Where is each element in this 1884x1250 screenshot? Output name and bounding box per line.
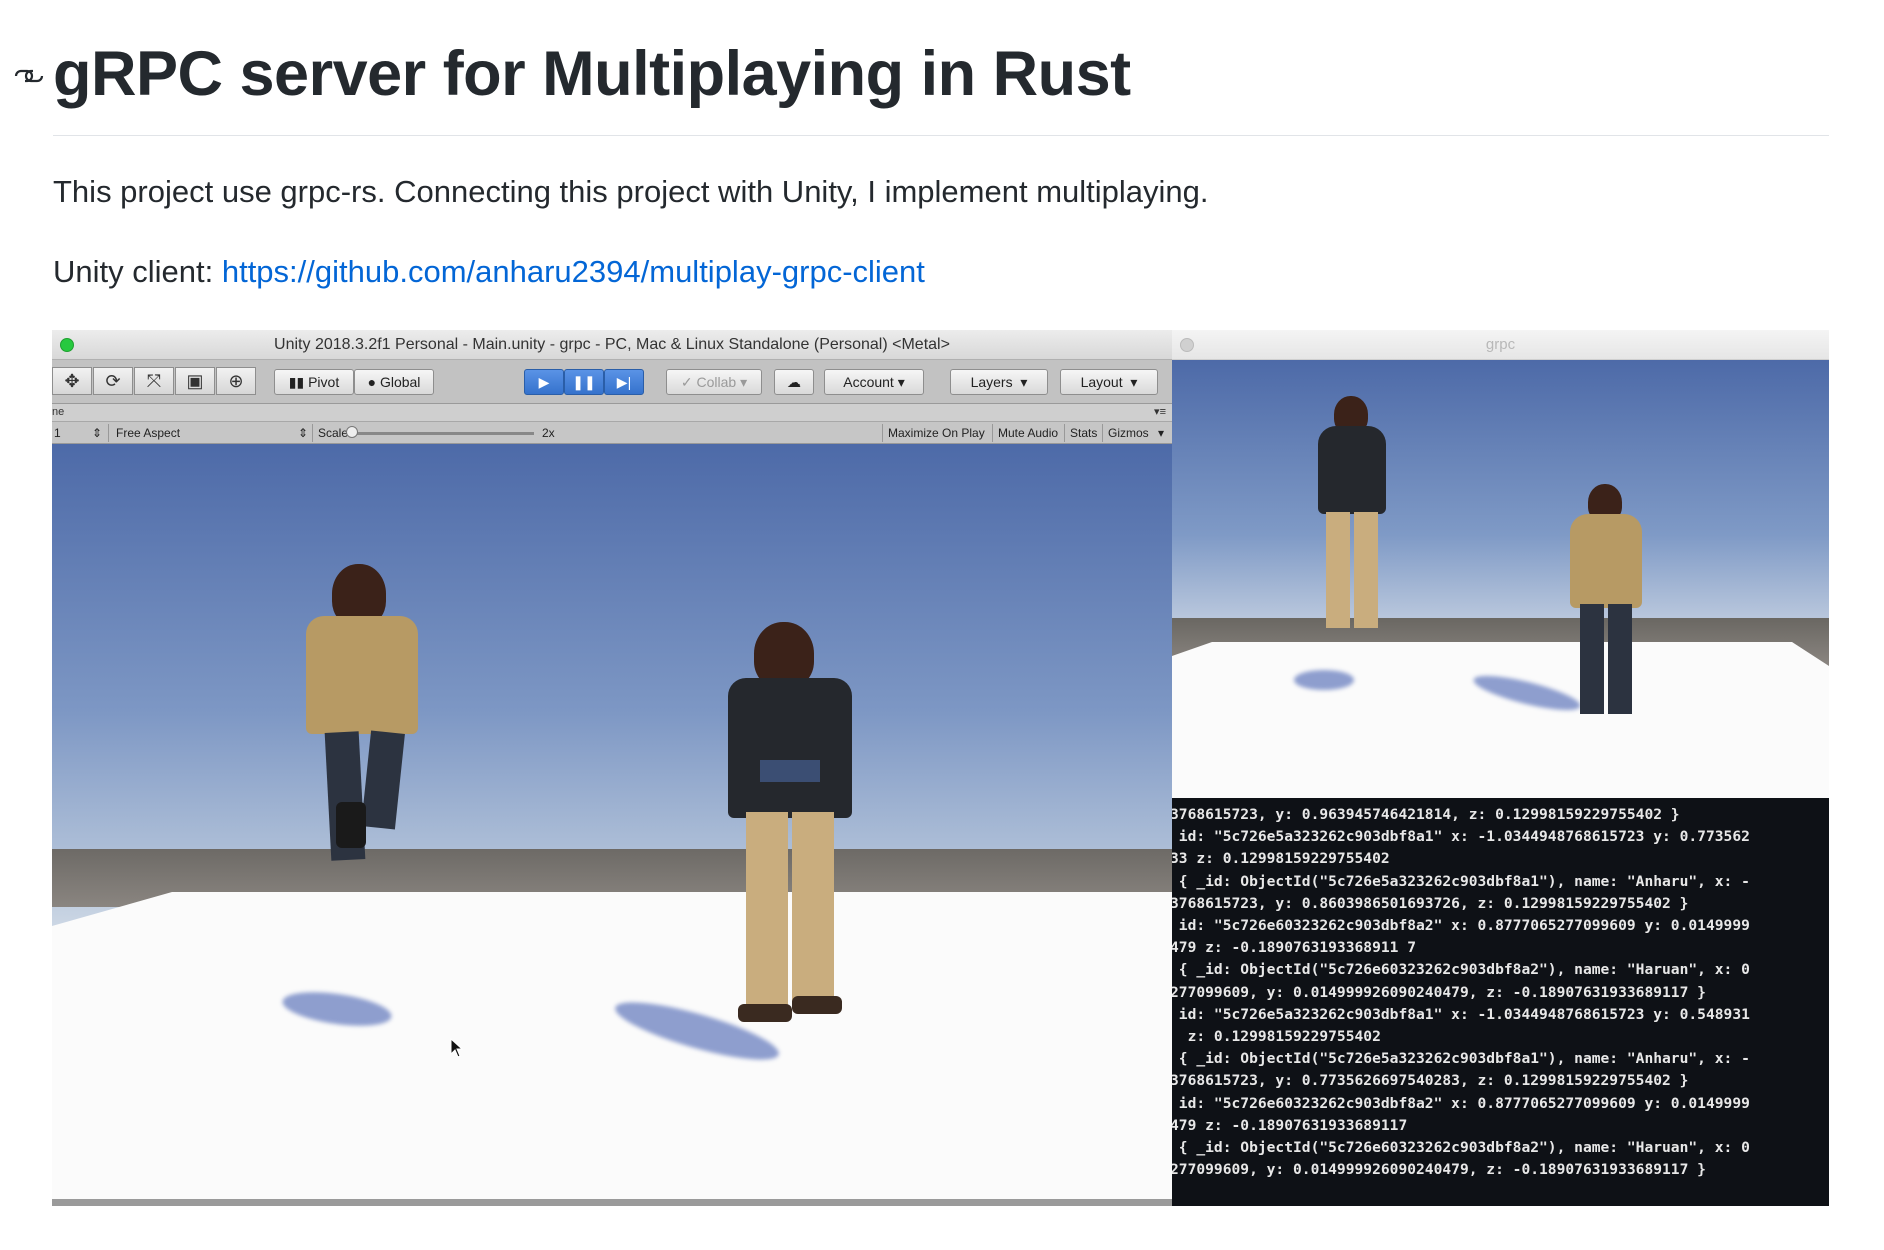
step-button[interactable]: ▶| bbox=[604, 369, 644, 395]
cloud-button[interactable]: ☁ bbox=[774, 369, 814, 395]
scale-tool-icon[interactable]: ⤧ bbox=[134, 367, 174, 395]
chevron-down-icon: ▾ bbox=[893, 373, 905, 390]
scale-slider-handle[interactable] bbox=[346, 426, 358, 438]
gizmos-dropdown[interactable]: Gizmos bbox=[1108, 426, 1149, 440]
transform-tools: ✥ ⟳ ⤧ ▣ ⊕ bbox=[52, 367, 257, 397]
play-icon: ▶ bbox=[538, 373, 550, 390]
page-title: gRPC server for Multiplaying in Rust bbox=[53, 39, 1131, 109]
client-link[interactable]: https://github.com/anharu2394/multiplay-… bbox=[222, 254, 925, 289]
horizontal-scrollbar[interactable] bbox=[52, 1199, 1172, 1206]
unity-editor-window: Unity 2018.3.2f1 Personal - Main.unity -… bbox=[52, 330, 1172, 1206]
pivot-icon: ▮▮ bbox=[288, 373, 309, 390]
chevron-updown-icon: ⇕ bbox=[298, 426, 309, 440]
scale-label: Scale bbox=[318, 426, 349, 440]
mouse-cursor-icon bbox=[450, 1038, 464, 1058]
unity-tab-strip: ne ▾≡ bbox=[52, 404, 1172, 422]
log-line: 277099609, y: 0.014999926090240479, z: -… bbox=[1172, 983, 1706, 1001]
transform-tool-icon[interactable]: ⊕ bbox=[216, 367, 256, 395]
scale-slider-track[interactable] bbox=[352, 432, 534, 435]
display-dropdown[interactable]: 1 bbox=[54, 426, 61, 440]
aspect-dropdown[interactable]: Free Aspect bbox=[116, 426, 180, 440]
grpc-titlebar: grpc bbox=[1172, 330, 1829, 360]
play-button[interactable]: ▶ bbox=[524, 369, 564, 395]
stats-toggle[interactable]: Stats bbox=[1070, 426, 1097, 440]
grpc-client-window: grpc 3768615723, y: 0.963945746421814, z… bbox=[1172, 330, 1829, 1206]
game-view-bar: 1 ⇕ Free Aspect ⇕ Scale 2x Maximize On P… bbox=[52, 422, 1172, 444]
unity-titlebar: Unity 2018.3.2f1 Personal - Main.unity -… bbox=[52, 330, 1172, 360]
chevron-down-icon: ▾ bbox=[1122, 373, 1138, 390]
intro-text: This project use grpc-rs. Connecting thi… bbox=[53, 174, 1209, 209]
demo-screenshot: Unity 2018.3.2f1 Personal - Main.unity -… bbox=[52, 330, 1829, 1206]
log-line: { _id: ObjectId("5c726e5a323262c903dbf8a… bbox=[1172, 872, 1750, 890]
log-line: id: "5c726e5a323262c903dbf8a1" x: -1.034… bbox=[1172, 828, 1750, 846]
unity-window-title: Unity 2018.3.2f1 Personal - Main.unity -… bbox=[274, 336, 950, 353]
global-toggle[interactable]: ● Global bbox=[354, 369, 434, 395]
heading-divider bbox=[53, 135, 1829, 136]
rotate-tool-icon[interactable]: ⟳ bbox=[93, 367, 133, 395]
pause-icon: ❚❚ bbox=[572, 373, 596, 390]
log-line: z: 0.12998159229755402 bbox=[1172, 1028, 1381, 1046]
chevron-down-icon: ▾ bbox=[1012, 373, 1028, 390]
chevron-down-icon: ▾ bbox=[736, 373, 748, 390]
mute-audio-toggle[interactable]: Mute Audio bbox=[998, 426, 1058, 440]
check-icon: ✓ bbox=[680, 373, 697, 390]
layout-dropdown[interactable]: Layout ▾ bbox=[1060, 369, 1158, 395]
unity-toolbar: ✥ ⟳ ⤧ ▣ ⊕ ▮▮ Pivot ● Global ▶ ❚❚ ▶| ✓ Co… bbox=[52, 360, 1172, 404]
chevron-updown-icon: ⇕ bbox=[92, 426, 103, 440]
game-view-render bbox=[52, 444, 1172, 1206]
grpc-window-title: grpc bbox=[1485, 336, 1516, 353]
log-line: 479 z: -0.1890763193368911 7 bbox=[1172, 939, 1417, 957]
client-line: Unity client: https://github.com/anharu2… bbox=[53, 254, 925, 290]
log-line: 479 z: -0.18907631933689117 bbox=[1172, 1116, 1408, 1134]
maximize-on-play-toggle[interactable]: Maximize On Play bbox=[888, 426, 985, 440]
log-line: id: "5c726e5a323262c903dbf8a1" x: -1.034… bbox=[1172, 1005, 1750, 1023]
cloud-icon: ☁ bbox=[787, 373, 801, 390]
client-label: Unity client: bbox=[53, 254, 222, 289]
log-line: { _id: ObjectId("5c726e60323262c903dbf8a… bbox=[1172, 1139, 1750, 1157]
log-line: 3768615723, y: 0.8603986501693726, z: 0.… bbox=[1172, 894, 1689, 912]
log-line: 3768615723, y: 0.7735626697540283, z: 0.… bbox=[1172, 1072, 1689, 1090]
log-line: 277099609, y: 0.014999926090240479, z: -… bbox=[1172, 1161, 1706, 1179]
log-line: { _id: ObjectId("5c726e5a323262c903dbf8a… bbox=[1172, 1050, 1750, 1068]
layers-dropdown[interactable]: Layers ▾ bbox=[950, 369, 1048, 395]
rect-tool-icon[interactable]: ▣ bbox=[175, 367, 215, 395]
chevron-down-icon: ▾ bbox=[1158, 426, 1165, 440]
pause-button[interactable]: ❚❚ bbox=[564, 369, 604, 395]
link-icon[interactable] bbox=[12, 64, 46, 88]
scale-value: 2x bbox=[542, 426, 555, 440]
move-tool-icon[interactable]: ✥ bbox=[52, 367, 92, 395]
log-line: { _id: ObjectId("5c726e60323262c903dbf8a… bbox=[1172, 961, 1750, 979]
character-shadow bbox=[1294, 670, 1354, 690]
tab-menu-icon[interactable]: ▾≡ bbox=[1154, 405, 1166, 418]
log-line: 33 z: 0.12998159229755402 bbox=[1172, 850, 1390, 868]
log-line: id: "5c726e60323262c903dbf8a2" x: 0.8777… bbox=[1172, 917, 1750, 935]
grpc-game-view bbox=[1172, 360, 1829, 798]
globe-icon: ● bbox=[367, 374, 380, 390]
pivot-toggle[interactable]: ▮▮ Pivot bbox=[274, 369, 354, 395]
log-line: id: "5c726e60323262c903dbf8a2" x: 0.8777… bbox=[1172, 1094, 1750, 1112]
step-icon: ▶| bbox=[616, 373, 632, 390]
account-dropdown[interactable]: Account ▾ bbox=[824, 369, 924, 395]
terminal-log: 3768615723, y: 0.963945746421814, z: 0.1… bbox=[1172, 798, 1829, 1206]
game-tab[interactable]: ne bbox=[52, 406, 64, 418]
log-line: 3768615723, y: 0.963945746421814, z: 0.1… bbox=[1172, 806, 1680, 823]
collab-dropdown[interactable]: ✓ Collab ▾ bbox=[666, 369, 762, 395]
